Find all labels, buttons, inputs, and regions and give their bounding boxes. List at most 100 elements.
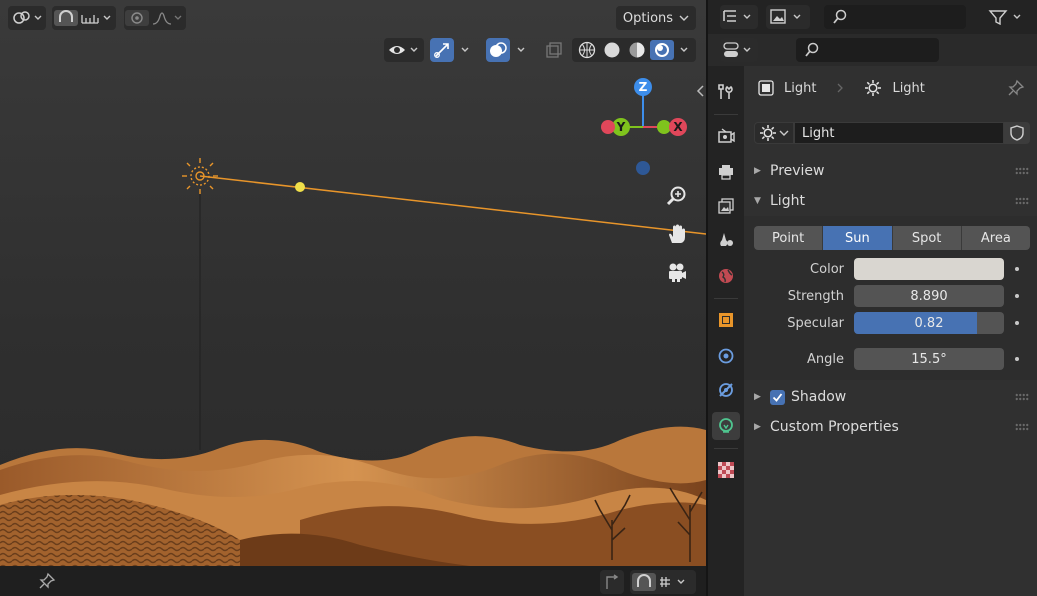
drag-handle-icon[interactable] xyxy=(1015,393,1029,401)
gizmo-toggle[interactable] xyxy=(430,38,476,62)
tab-tool[interactable] xyxy=(712,78,740,106)
panel-custom-properties-header[interactable]: ▶ Custom Properties xyxy=(744,412,1037,442)
outliner-search-field[interactable] xyxy=(824,5,966,29)
pin-icon[interactable] xyxy=(38,572,56,590)
tab-object-data-light[interactable] xyxy=(712,412,740,440)
properties-editor-type[interactable] xyxy=(720,38,758,62)
properties-editor: Light Light Light ▶ Preview ▼ Light Poin… xyxy=(708,0,1037,596)
panel-shadow-title: Shadow xyxy=(791,389,847,405)
object-icon xyxy=(719,313,733,327)
shadow-checkbox[interactable] xyxy=(770,389,785,405)
keyframe-dot-icon[interactable] xyxy=(1015,294,1019,298)
tab-physics[interactable] xyxy=(712,342,740,370)
breadcrumb-object: Light xyxy=(784,80,817,96)
light-type-spot[interactable]: Spot xyxy=(892,226,962,250)
keyframe-dot-icon[interactable] xyxy=(1015,357,1019,361)
chevron-down-icon xyxy=(679,15,689,21)
gizmo-icon xyxy=(430,38,469,62)
search-icon xyxy=(833,9,847,24)
outliner-icon xyxy=(723,10,751,22)
drag-handle-icon[interactable] xyxy=(1015,197,1029,205)
pan-button[interactable] xyxy=(663,220,691,248)
fake-user-button[interactable] xyxy=(1004,122,1030,144)
specular-slider[interactable]: 0.82 xyxy=(854,312,1004,334)
tab-constraints[interactable] xyxy=(712,376,740,404)
xray-icon xyxy=(546,42,562,58)
shading-modes[interactable] xyxy=(572,38,696,62)
options-dropdown[interactable]: Options xyxy=(616,6,696,30)
properties-search-field[interactable] xyxy=(796,38,939,62)
tab-object[interactable] xyxy=(712,306,740,334)
proportional-editing-button[interactable] xyxy=(124,6,186,30)
angle-field[interactable]: 15.5° xyxy=(854,348,1004,370)
link-icon xyxy=(13,11,42,24)
scene-icon xyxy=(720,233,733,246)
checkmark-icon xyxy=(772,392,783,402)
specular-label: Specular xyxy=(787,315,844,331)
proportional-editing-icon xyxy=(125,10,182,26)
snapping-footer-button[interactable] xyxy=(630,570,696,594)
panel-shadow-header[interactable]: ▶ Shadow xyxy=(744,382,1037,412)
properties-tabs xyxy=(708,66,744,596)
strength-row: Strength 8.890 xyxy=(744,285,1037,307)
snap-button[interactable] xyxy=(52,6,116,30)
tab-texture[interactable] xyxy=(712,456,740,484)
tool-icon xyxy=(718,84,733,99)
axis-neg-x-handle[interactable] xyxy=(601,120,615,134)
strength-field[interactable]: 8.890 xyxy=(854,285,1004,307)
light-type-area[interactable]: Area xyxy=(961,226,1030,250)
panel-light-header[interactable]: ▼ Light xyxy=(744,186,1037,216)
tab-view-layer[interactable] xyxy=(712,192,740,220)
eye-icon xyxy=(389,46,418,54)
visibility-dropdown[interactable] xyxy=(384,38,424,62)
keyframe-dot-icon[interactable] xyxy=(1015,321,1019,325)
xray-toggle[interactable] xyxy=(542,38,566,62)
expanded-arrow-icon: ▼ xyxy=(754,196,761,206)
axis-x-handle[interactable]: X xyxy=(669,118,687,136)
collapsed-arrow-icon: ▶ xyxy=(754,392,761,402)
transform-pivot-button[interactable] xyxy=(8,6,46,30)
display-mode-dropdown[interactable] xyxy=(766,5,810,29)
light-data-name-field[interactable]: Light xyxy=(794,122,1004,144)
light-bulb-icon xyxy=(719,418,733,433)
snap-target-button[interactable] xyxy=(600,570,624,594)
view-layer-icon xyxy=(718,198,734,214)
keyframe-dot-icon[interactable] xyxy=(1015,267,1019,271)
camera-view-button[interactable] xyxy=(663,258,691,286)
sun-icon xyxy=(865,80,882,96)
snap-magnet-icon xyxy=(632,573,685,591)
3d-viewport[interactable]: Options Z Y X xyxy=(0,0,706,596)
zoom-button[interactable] xyxy=(663,182,691,210)
light-datablock-selector: Light xyxy=(754,122,1030,144)
tab-scene[interactable] xyxy=(712,226,740,254)
tab-output[interactable] xyxy=(712,158,740,186)
specular-row: Specular 0.82 xyxy=(744,312,1037,334)
color-swatch[interactable] xyxy=(854,258,1004,280)
angle-label: Angle xyxy=(807,351,844,367)
drag-handle-icon[interactable] xyxy=(1015,167,1029,175)
properties-header xyxy=(708,34,1037,66)
shading-icons xyxy=(578,40,688,60)
overlays-icon xyxy=(486,38,525,62)
axis-neg-z-handle[interactable] xyxy=(636,161,650,175)
tab-world[interactable] xyxy=(712,262,740,290)
object-icon xyxy=(758,80,774,96)
tab-render[interactable] xyxy=(712,122,740,150)
overlays-toggle[interactable] xyxy=(486,38,532,62)
filter-dropdown[interactable] xyxy=(986,5,1028,29)
light-data-browse-button[interactable] xyxy=(754,122,794,144)
panel-preview-title: Preview xyxy=(770,163,825,179)
color-label: Color xyxy=(810,261,844,277)
axis-z-handle[interactable]: Z xyxy=(634,78,652,96)
panel-preview-header[interactable]: ▶ Preview xyxy=(744,156,1037,186)
panel-light-title: Light xyxy=(770,193,805,209)
pin-icon[interactable] xyxy=(1007,79,1025,97)
hand-icon xyxy=(669,224,685,243)
light-type-sun[interactable]: Sun xyxy=(823,226,893,250)
editor-type-dropdown[interactable] xyxy=(720,5,758,29)
angle-row: Angle 15.5° xyxy=(744,348,1037,370)
viewport-footer xyxy=(0,566,706,596)
texture-icon xyxy=(718,462,734,478)
drag-handle-icon[interactable] xyxy=(1015,423,1029,431)
light-type-point[interactable]: Point xyxy=(754,226,824,250)
